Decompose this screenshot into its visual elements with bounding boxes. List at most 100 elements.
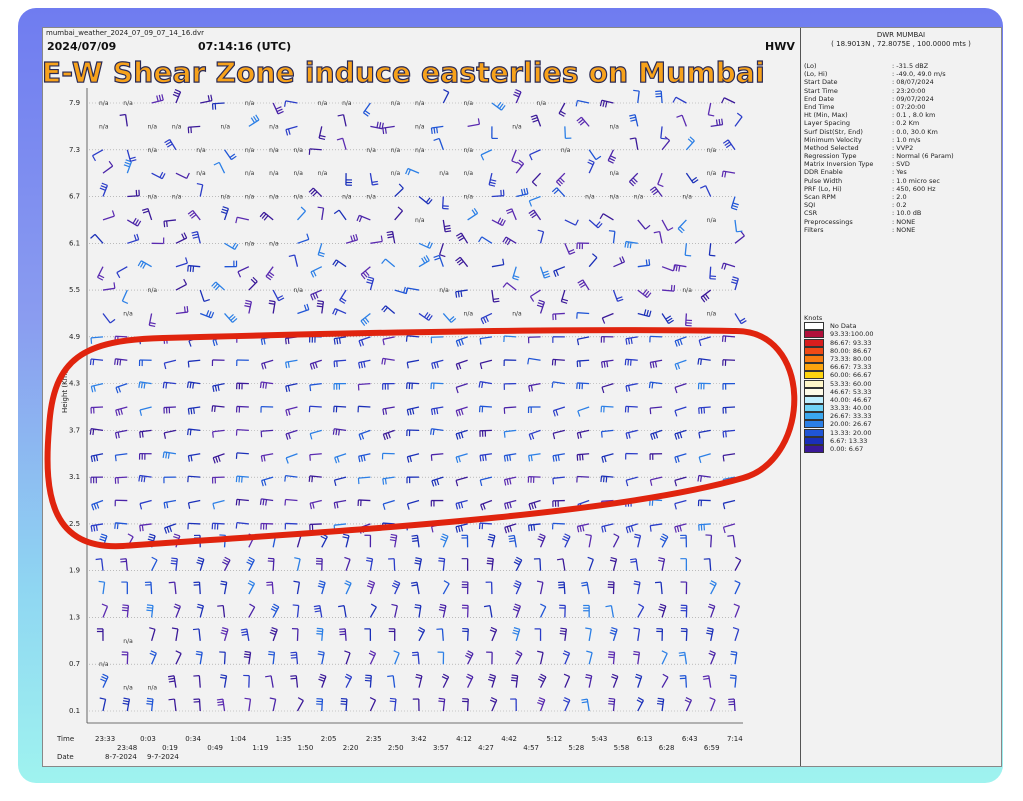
wind-barb xyxy=(478,522,492,530)
missing-data-label: n/a xyxy=(123,638,133,645)
wind-barb xyxy=(121,289,129,305)
wind-barb xyxy=(698,453,711,464)
wind-barb xyxy=(576,312,590,319)
wind-barb xyxy=(96,628,104,641)
missing-data-label: n/a xyxy=(609,170,619,177)
wind-barb xyxy=(677,219,687,234)
wind-barb xyxy=(722,429,736,438)
wind-barb xyxy=(317,650,325,665)
missing-data-label: n/a xyxy=(682,287,692,294)
missing-data-label: n/a xyxy=(148,194,158,201)
wind-barb xyxy=(537,533,546,548)
wind-barb xyxy=(709,580,717,595)
legend-swatch xyxy=(804,354,824,363)
wind-barb xyxy=(732,627,740,642)
missing-data-label: n/a xyxy=(439,287,449,294)
wind-barb xyxy=(309,382,322,392)
x-tick-label: 5:43 xyxy=(592,735,608,743)
wind-barb xyxy=(515,650,523,665)
wind-barb xyxy=(433,137,444,150)
legend-swatch xyxy=(804,330,824,339)
wind-barb xyxy=(388,628,396,641)
x-tick-label: 2:35 xyxy=(366,735,382,743)
wind-barb xyxy=(654,581,663,595)
wind-barb xyxy=(151,171,166,180)
wind-barb xyxy=(552,499,565,507)
legend-swatch xyxy=(804,445,824,453)
wind-barb xyxy=(123,159,132,174)
wind-barb xyxy=(480,149,493,161)
wind-barb xyxy=(587,556,594,571)
missing-data-label: n/a xyxy=(148,287,158,294)
wind-barb xyxy=(504,499,517,510)
wind-barb xyxy=(357,476,371,485)
missing-data-label: n/a xyxy=(123,685,133,692)
color-legend: Knots No Data 93.33:100.00 86.67: 93.33 80… xyxy=(804,314,994,453)
y-tick-label: 3.7 xyxy=(69,426,80,434)
wind-barb xyxy=(649,335,663,343)
wind-barb xyxy=(649,359,663,369)
wind-barb xyxy=(370,235,383,244)
wind-barb xyxy=(220,580,228,595)
wind-barb xyxy=(340,698,348,712)
missing-data-label: n/a xyxy=(123,100,133,107)
wind-barb xyxy=(697,474,711,482)
wind-barb xyxy=(487,673,497,688)
wind-barb xyxy=(315,557,323,571)
wind-barb xyxy=(195,650,203,665)
legend-swatch xyxy=(804,363,824,372)
wind-barb xyxy=(600,429,614,438)
wind-barb xyxy=(576,453,590,461)
wind-barb xyxy=(608,697,616,712)
legend-item: 46.67: 53.33 xyxy=(804,387,994,396)
wind-barb xyxy=(126,149,137,162)
missing-data-label: n/a xyxy=(634,194,644,201)
wind-barb xyxy=(333,359,347,368)
missing-data-label: n/a xyxy=(609,123,619,130)
wind-barb xyxy=(672,96,687,104)
wind-barb xyxy=(503,453,517,462)
wind-barb xyxy=(334,453,347,464)
wind-barb xyxy=(243,650,252,665)
wind-barb xyxy=(583,604,590,618)
wind-barb xyxy=(308,405,322,413)
wind-barb xyxy=(345,173,353,186)
wind-barb xyxy=(674,336,687,347)
wind-barb xyxy=(288,254,299,267)
missing-data-label: n/a xyxy=(196,147,206,154)
wind-barb xyxy=(438,557,446,571)
wind-barb xyxy=(382,499,395,510)
wind-barb xyxy=(394,183,404,198)
wind-barb xyxy=(358,429,371,441)
wind-barb xyxy=(333,405,347,413)
wind-barb xyxy=(357,382,371,391)
wind-barb xyxy=(120,558,128,571)
legend-swatch xyxy=(804,387,824,396)
wind-barb xyxy=(163,359,177,370)
wind-barb xyxy=(162,451,177,459)
wind-barb xyxy=(414,604,422,618)
x-tick-label: 3:57 xyxy=(433,744,449,752)
wind-barb xyxy=(433,254,444,267)
wind-barb xyxy=(485,581,493,595)
wind-barb xyxy=(649,476,663,486)
wind-barb xyxy=(503,359,517,366)
wind-barb xyxy=(533,558,542,571)
wind-barb xyxy=(187,522,201,530)
missing-data-label: n/a xyxy=(537,100,547,107)
wind-barb xyxy=(224,260,238,268)
x-tick-label: 23:33 xyxy=(95,735,115,743)
wind-barb xyxy=(342,533,350,548)
wind-barb xyxy=(575,99,590,107)
wind-barb xyxy=(332,308,347,316)
wind-barb xyxy=(455,406,468,417)
wind-barb xyxy=(438,697,446,712)
wind-barb xyxy=(199,310,215,319)
missing-data-label: n/a xyxy=(269,147,279,154)
meta-row: Layer Spacing: 0.2 Km xyxy=(804,119,920,128)
wind-barb xyxy=(552,406,566,417)
wind-barb xyxy=(708,243,716,257)
wind-barb xyxy=(164,139,177,151)
wind-barb xyxy=(558,102,566,117)
wind-barb xyxy=(551,381,565,388)
